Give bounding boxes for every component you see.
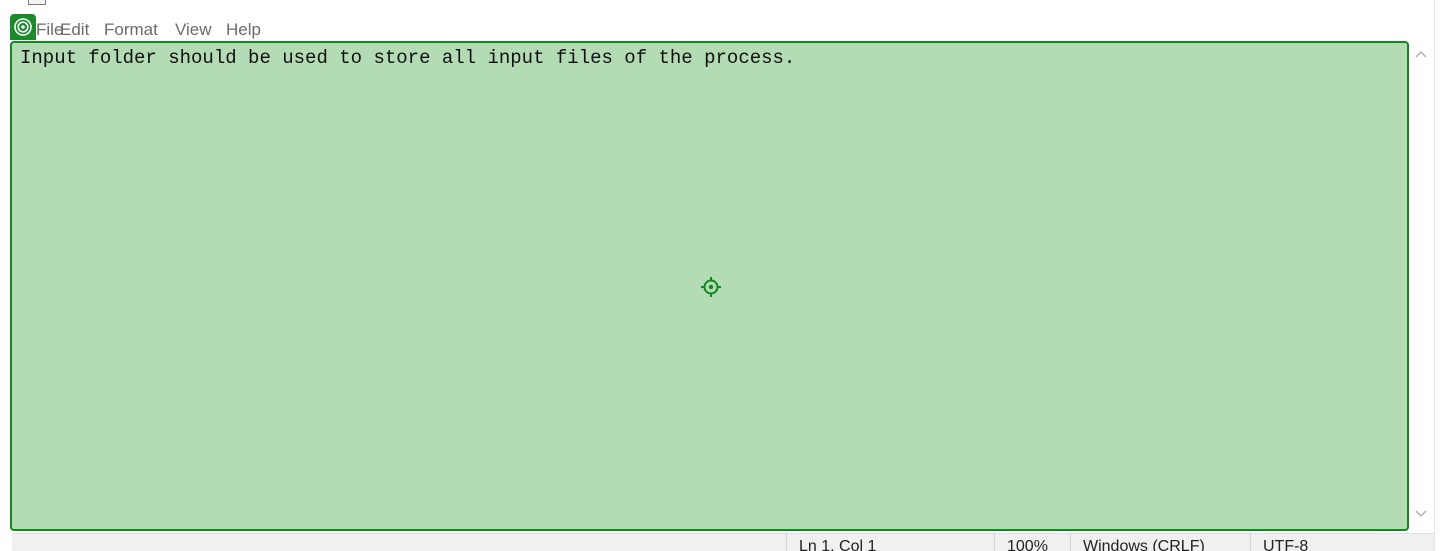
status-cursor-position: Ln 1, Col 1 [786, 534, 994, 551]
menu-help[interactable]: Help [226, 20, 261, 40]
target-icon [10, 14, 36, 40]
notepad-icon [28, 0, 46, 5]
status-bar: Ln 1, Col 1 100% Windows (CRLF) UTF-8 [12, 533, 1434, 551]
notepad-window: File Edit Format View Help Input folder … [0, 0, 1444, 551]
status-line-ending: Windows (CRLF) [1070, 534, 1250, 551]
chevron-up-icon[interactable] [1414, 49, 1428, 61]
text-editor-area[interactable]: Input folder should be used to store all… [10, 41, 1409, 531]
title-bar [0, 0, 1444, 14]
vertical-scrollbar[interactable] [1410, 41, 1434, 531]
window-border [1434, 0, 1435, 551]
chevron-down-icon[interactable] [1414, 507, 1428, 519]
menu-view[interactable]: View [175, 20, 212, 40]
status-encoding: UTF-8 [1250, 534, 1434, 551]
menu-edit[interactable]: Edit [60, 20, 89, 40]
menu-bar: File Edit Format View Help [0, 16, 1444, 42]
menu-format[interactable]: Format [104, 20, 158, 40]
crosshair-icon [701, 277, 721, 297]
editor-content[interactable]: Input folder should be used to store all… [20, 47, 795, 69]
status-zoom: 100% [994, 534, 1070, 551]
